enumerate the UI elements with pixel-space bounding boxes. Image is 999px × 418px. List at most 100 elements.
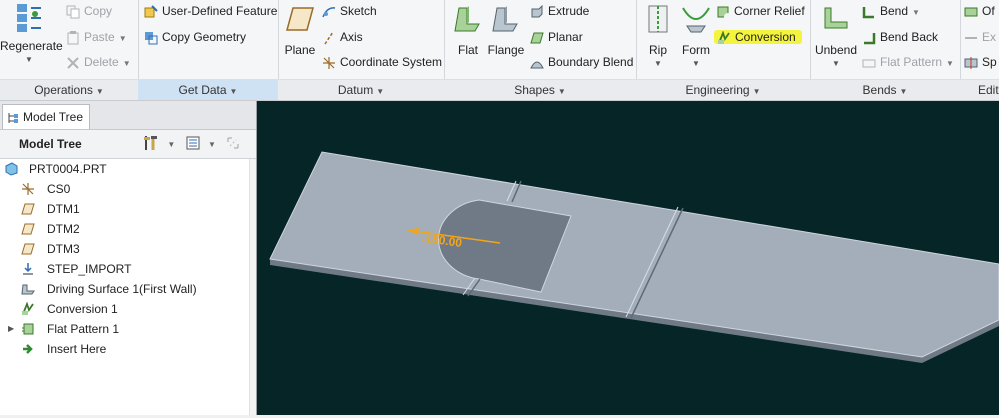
tree-item-insert-here[interactable]: Insert Here <box>0 339 250 359</box>
planar-icon <box>530 32 544 44</box>
flat-button[interactable]: Flat <box>450 4 486 57</box>
conversion-label: Conversion <box>735 30 796 44</box>
flange-label: Flange <box>487 43 525 57</box>
plane-button[interactable]: Plane <box>280 4 320 57</box>
rip-button[interactable]: Rip ▼ <box>640 4 676 68</box>
tree-item[interactable]: DTM1 <box>0 199 250 219</box>
tree-item[interactable]: CS0 <box>0 179 250 199</box>
datum-plane-icon <box>21 243 35 255</box>
expand-arrow-icon[interactable]: ▶ <box>8 319 14 339</box>
corner-relief-button[interactable]: Corner Relief <box>716 1 805 21</box>
corner-relief-icon <box>717 6 730 19</box>
copy-geometry-icon <box>145 31 158 45</box>
coordinate-system-label: Coordinate System <box>340 55 443 69</box>
chevron-down-icon[interactable]: ▼ <box>912 8 920 17</box>
tab-model-tree[interactable]: Model Tree <box>2 104 90 129</box>
tree-item[interactable]: Conversion 1 <box>0 299 250 319</box>
tree-item[interactable]: STEP_IMPORT <box>0 259 250 279</box>
chevron-down-icon[interactable]: ▼ <box>123 59 131 68</box>
conversion-button[interactable]: Conversion <box>714 27 802 47</box>
delete-icon <box>67 57 79 69</box>
delete-label: Delete <box>84 55 119 69</box>
form-icon <box>682 7 710 33</box>
chevron-down-icon[interactable]: ▼ <box>167 140 175 149</box>
settings-tools-button[interactable] <box>142 134 160 155</box>
model-tree-toolbar: ▼ ▼ <box>142 134 241 154</box>
tree-scrollbar[interactable] <box>249 159 256 415</box>
show-filter-button[interactable] <box>185 135 201 154</box>
flange-wall-icon <box>492 6 518 32</box>
bend-button[interactable]: Bend ▼ <box>862 1 920 21</box>
datum-plane-icon <box>286 7 314 31</box>
chevron-down-icon[interactable]: ▼ <box>640 59 676 68</box>
boundary-blend-button[interactable]: Boundary Blend <box>530 52 633 72</box>
unlink-button[interactable] <box>225 135 241 154</box>
tree-item[interactable]: DTM3 <box>0 239 250 259</box>
paste-icon <box>67 30 79 45</box>
tree-item-label: DTM1 <box>47 202 80 216</box>
engineering-group-label[interactable]: Engineering ▼ <box>636 79 810 100</box>
ribbon: Regenerate ▼ Copy Paste ▼ Delete ▼ Operati… <box>0 0 999 101</box>
tree-item[interactable]: DTM2 <box>0 219 250 239</box>
plane-label: Plane <box>284 43 316 57</box>
get-data-group: User-Defined Feature Copy Geometry Get D… <box>138 0 279 100</box>
bend-back-button[interactable]: Bend Back <box>862 27 938 47</box>
tree-item-label: Driving Surface 1(First Wall) <box>47 282 197 296</box>
chevron-down-icon[interactable]: ▼ <box>814 59 858 68</box>
coordinate-system-icon <box>22 183 34 195</box>
coordinate-system-button[interactable]: Coordinate System <box>322 52 442 72</box>
corner-relief-label: Corner Relief <box>734 4 805 18</box>
chevron-down-icon: ▼ <box>376 87 385 96</box>
chevron-down-icon[interactable]: ▼ <box>119 34 127 43</box>
user-defined-feature-button[interactable]: User-Defined Feature <box>144 1 277 21</box>
bend-back-icon <box>864 32 876 45</box>
copy-label: Copy <box>84 4 113 18</box>
chevron-down-icon[interactable]: ▼ <box>676 59 716 68</box>
paste-button[interactable]: Paste ▼ <box>66 27 127 47</box>
user-defined-feature-label: User-Defined Feature <box>162 4 278 18</box>
panel-tab-bar: Model Tree <box>0 101 256 130</box>
datum-group-label[interactable]: Datum ▼ <box>278 79 444 100</box>
sheet-metal-part[interactable] <box>269 151 999 358</box>
extrude-button[interactable]: Extrude <box>530 1 589 21</box>
axis-button[interactable]: Axis <box>322 27 363 47</box>
unbend-icon <box>824 7 848 29</box>
tree-item-label: DTM2 <box>47 222 80 236</box>
tree-item-root[interactable]: PRT0004.PRT <box>0 159 250 179</box>
model-tree: PRT0004.PRT CS0 DTM1 DTM2 DTM3 STEP_IMPO… <box>0 159 250 359</box>
graphics-viewport[interactable]: 180.00 ↙ <box>257 101 999 415</box>
sketch-label: Sketch <box>340 4 377 18</box>
get-data-group-label[interactable]: Get Data ▼ <box>138 79 278 100</box>
unbend-button[interactable]: Unbend ▼ <box>814 4 858 68</box>
conversion-highlight: Conversion <box>714 30 802 44</box>
chevron-down-icon: ▼ <box>95 87 104 96</box>
form-button[interactable]: Form ▼ <box>676 4 716 68</box>
offset-button[interactable]: Of <box>964 1 995 21</box>
planar-button[interactable]: Planar <box>530 27 583 47</box>
extend-button[interactable]: Ex <box>964 27 996 47</box>
sketch-icon <box>322 7 336 18</box>
flange-button[interactable]: Flange <box>486 4 526 57</box>
copy-geometry-button[interactable]: Copy Geometry <box>144 27 246 47</box>
part-icon <box>5 162 18 176</box>
sketch-button[interactable]: Sketch <box>322 1 377 21</box>
delete-button[interactable]: Delete ▼ <box>66 52 131 72</box>
regenerate-button[interactable]: Regenerate ▼ <box>0 2 63 64</box>
chevron-down-icon[interactable]: ▼ <box>0 55 58 64</box>
bends-group-label[interactable]: Bends ▼ <box>810 79 960 100</box>
flat-pattern-button[interactable]: Flat Pattern ▼ <box>862 52 954 72</box>
operations-group-label[interactable]: Operations ▼ <box>0 79 138 100</box>
extrude-icon <box>531 4 543 18</box>
operations-group: Regenerate ▼ Copy Paste ▼ Delete ▼ Operati… <box>0 0 139 100</box>
tree-item-label: CS0 <box>47 182 71 196</box>
shapes-group-label[interactable]: Shapes ▼ <box>444 79 636 100</box>
datum-group: Plane Sketch Axis Coordinate System Datu… <box>278 0 445 100</box>
tree-item[interactable]: ▶ Flat Pattern 1 <box>0 319 250 339</box>
model-view[interactable]: 180.00 ↙ <box>257 101 999 415</box>
split-button[interactable]: Sp <box>964 52 997 72</box>
copy-button[interactable]: Copy <box>66 1 112 21</box>
chevron-down-icon[interactable]: ▼ <box>946 59 954 68</box>
chevron-down-icon[interactable]: ▼ <box>208 140 216 149</box>
editing-group-label[interactable]: Edit <box>960 79 999 100</box>
tree-item[interactable]: Driving Surface 1(First Wall) <box>0 279 250 299</box>
